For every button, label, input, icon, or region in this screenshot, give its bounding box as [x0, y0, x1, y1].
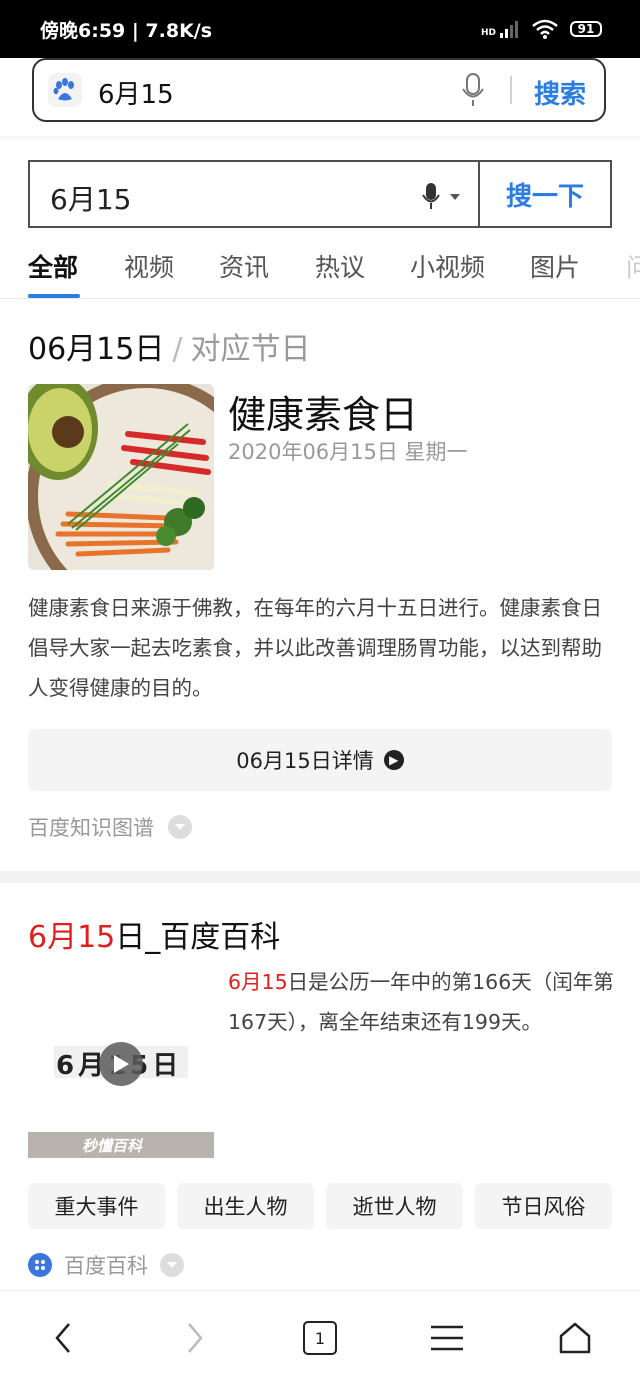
tab-questions[interactable]: 问	[626, 248, 640, 284]
tab-count: 1	[314, 1328, 326, 1348]
chevron-down-icon[interactable]	[168, 815, 192, 839]
url-divider	[510, 76, 512, 104]
voice-dropdown-icon[interactable]	[422, 182, 466, 210]
tab-count-box: 1	[303, 1321, 337, 1355]
header-shadow	[0, 136, 640, 142]
url-search-button[interactable]: 搜索	[534, 74, 586, 111]
festival-name[interactable]: 健康素食日	[228, 384, 418, 439]
status-bar: 傍晚6:59 | 7.8K/s HD 91	[0, 0, 640, 58]
battery-icon: 91	[570, 21, 602, 37]
chip-major-events[interactable]: 重大事件	[28, 1183, 165, 1229]
forward-icon[interactable]	[170, 1313, 220, 1363]
signal-icon: HD	[481, 20, 520, 38]
chip-festivals[interactable]: 节日风俗	[475, 1183, 612, 1229]
card2-title-link[interactable]: 6月15日_百度百科	[28, 912, 280, 956]
tab-all[interactable]: 全部	[28, 248, 78, 284]
arrow-right-icon: ▶	[383, 750, 404, 770]
voice-input-icon[interactable]	[460, 72, 486, 108]
card-divider	[0, 871, 640, 883]
menu-icon[interactable]	[422, 1313, 472, 1363]
tab-short-video[interactable]: 小视频	[410, 248, 485, 284]
wifi-icon	[532, 19, 558, 39]
tab-discussion[interactable]: 热议	[315, 248, 365, 284]
active-tab-indicator	[28, 294, 80, 298]
chip-births[interactable]: 出生人物	[177, 1183, 314, 1229]
chevron-down-icon[interactable]	[160, 1253, 184, 1277]
baike-logo-icon	[28, 1253, 52, 1277]
card2-text-highlight: 6月15	[228, 970, 288, 994]
browser-url-bar[interactable]: 6月15 搜索	[32, 58, 606, 122]
tab-video[interactable]: 视频	[124, 248, 174, 284]
chip-deaths[interactable]: 逝世人物	[326, 1183, 463, 1229]
card1-subtitle: 对应节日	[190, 332, 311, 367]
card2-title-rest: 日_百度百科	[115, 920, 281, 955]
card1-date: 06月15日	[28, 332, 165, 367]
search-input-text: 6月15	[50, 183, 132, 216]
details-button-label: 06月15日详情	[236, 749, 374, 773]
hd-label: HD	[480, 28, 496, 38]
baidu-paw-icon	[48, 73, 82, 107]
card2-source-label: 百度百科	[64, 1254, 148, 1278]
card2-title-highlight: 6月15	[28, 920, 116, 955]
search-submit-button[interactable]: 搜一下	[478, 160, 612, 228]
home-icon[interactable]	[550, 1313, 600, 1363]
tab-news[interactable]: 资讯	[219, 248, 269, 284]
bottom-nav-bar: 1	[0, 1290, 640, 1387]
festival-description: 健康素食日来源于佛教，在每年的六月十五日进行。健康素食日倡导大家一起去吃素食，并…	[28, 596, 602, 700]
result-tabs: 全部 视频 资讯 热议 小视频 图片 问	[0, 238, 640, 299]
details-button[interactable]: 06月15日详情 ▶	[28, 729, 612, 791]
thumbnail-brand: 秒懂百科	[82, 1137, 143, 1155]
card1-separator: /	[172, 332, 183, 367]
status-time-speed: 傍晚6:59 | 7.8K/s	[40, 20, 213, 42]
festival-date: 2020年06月15日 星期一	[228, 440, 468, 464]
tab-images[interactable]: 图片	[530, 248, 580, 284]
url-query-text: 6月15	[98, 80, 174, 110]
topic-chips: 重大事件 出生人物 逝世人物 节日风俗	[28, 1183, 612, 1229]
tabs-button[interactable]: 1	[295, 1313, 345, 1363]
status-icons: HD 91	[481, 14, 602, 44]
back-icon[interactable]	[38, 1313, 88, 1363]
vegetable-plate-image[interactable]	[28, 384, 214, 570]
card2-source: 百度百科	[28, 1250, 184, 1280]
card2-summary: 6月15日是公历一年中的第166天（闰年第167天），离全年结束还有199天。	[228, 962, 616, 1042]
play-icon[interactable]	[99, 1042, 143, 1086]
card1-source: 百度知识图谱	[28, 812, 192, 842]
card1-heading: 06月15日 / 对应节日	[28, 324, 310, 368]
video-thumbnail[interactable]: 6月15日 秒懂百科	[28, 966, 214, 1158]
card1-source-label: 百度知识图谱	[28, 816, 154, 840]
